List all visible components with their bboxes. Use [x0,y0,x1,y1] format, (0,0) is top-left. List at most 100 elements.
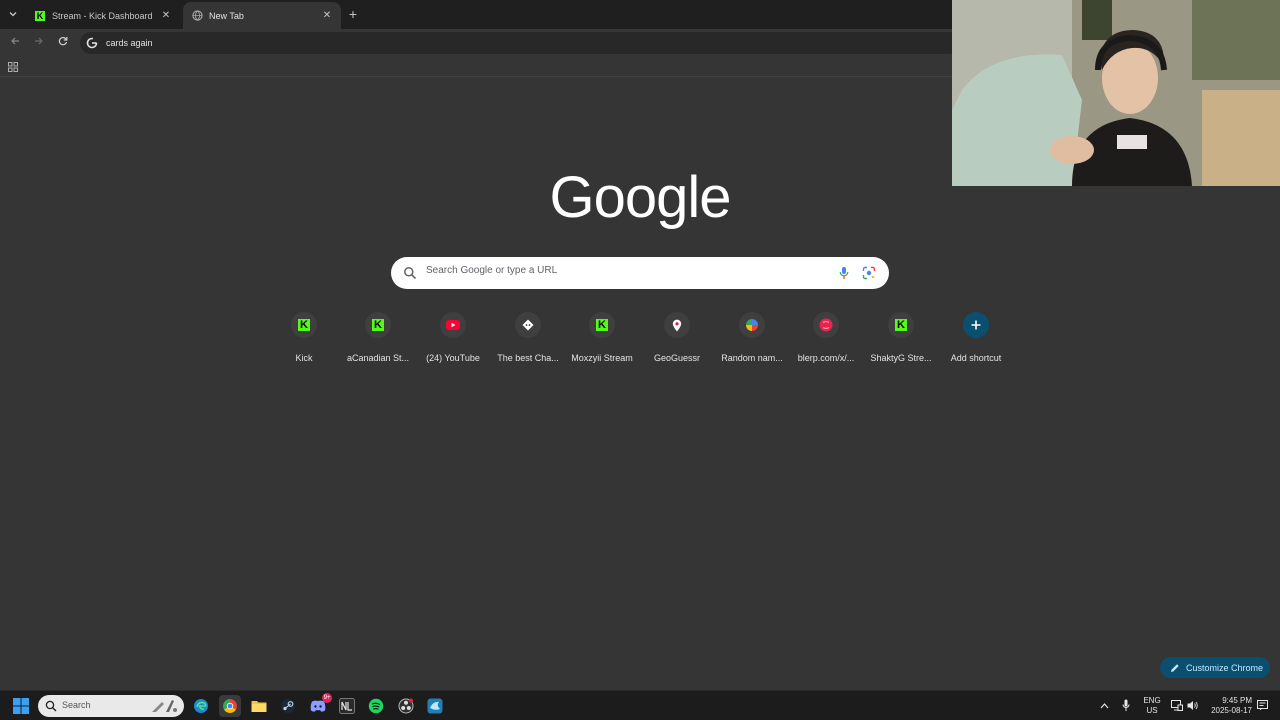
folder-icon [251,701,267,712]
windows-taskbar: Search 9+ ENG US 9:45 PM 2025-08-17 [0,690,1280,720]
back-button[interactable] [7,35,23,51]
chevron-down-icon [9,12,17,17]
shortcut-tile[interactable]: GeoGuessr [639,310,715,370]
reload-icon [58,37,68,46]
apps-grid-icon[interactable] [8,62,18,72]
google-lens-icon[interactable] [862,266,876,280]
new-tab-button[interactable]: + [345,6,361,22]
shortcut-tile[interactable]: K ShaktyG Stre... [863,310,939,370]
taskbar-search-box[interactable]: Search [38,695,184,717]
steam-icon [281,699,295,713]
arrow-right-icon [35,37,43,45]
reload-button[interactable] [55,35,71,51]
taskbar-steam[interactable] [277,695,299,717]
shortcut-label: Kick [295,353,313,363]
kick-icon: K [596,319,608,331]
microphone-icon[interactable] [838,266,850,280]
shortcut-tile[interactable]: K Moxzyii Stream [564,310,640,370]
nl-app-icon [339,698,355,714]
windows-start-icon[interactable] [13,698,29,714]
language-line-2: US [1146,706,1158,715]
search-icon [404,267,417,280]
shortcut-label: Add shortcut [950,353,1002,363]
address-bar[interactable]: cards again [80,32,960,54]
shortcut-tile[interactable]: Random nam... [714,310,790,370]
chrome-newtab-icon [191,10,203,22]
language-indicator[interactable]: ENG US [1142,696,1162,716]
wheel-icon [746,319,758,331]
shortcut-icon-bg: K [888,312,914,338]
shortcuts-grid: K Kick K aCanadian St... (24) YouTube Th… [266,310,1016,370]
shortcut-label: GeoGuessr [653,353,701,363]
volume-icon[interactable] [1187,700,1199,711]
blerp-icon [819,318,833,332]
system-clock[interactable]: 9:45 PM 2025-08-17 [1206,696,1252,716]
microphone-icon[interactable] [1122,699,1130,712]
youtube-icon [446,320,460,330]
chevron-up-icon[interactable] [1100,702,1109,710]
taskbar-app[interactable] [424,695,446,717]
taskbar-file-explorer[interactable] [248,695,270,717]
search-icon [45,700,57,712]
tab-search-button[interactable] [4,5,22,23]
shortcut-label: Moxzyii Stream [571,353,633,363]
tab-kick-dashboard[interactable]: K Stream - Kick Dashboard ✕ [26,2,180,29]
taskbar-spotify[interactable] [365,695,387,717]
map-pin-icon [672,319,682,331]
taskbar-chrome[interactable] [219,695,241,717]
shortcut-label: Random nam... [721,353,783,363]
close-icon[interactable]: ✕ [321,10,333,22]
clock-time: 9:45 PM [1222,696,1252,705]
shortcut-label: aCanadian St... [346,353,410,363]
tab-new-tab[interactable]: New Tab ✕ [183,2,341,29]
notification-badge: 9+ [322,693,332,703]
language-line-1: ENG [1143,696,1161,705]
arrow-left-icon [11,37,19,45]
spotify-icon [368,698,384,714]
shortcut-tile[interactable]: The best Cha... [490,310,566,370]
tab-title: Stream - Kick Dashboard [52,10,153,21]
chrome-icon [223,699,237,713]
tab-title: New Tab [209,10,244,21]
shortcut-icon-bg [739,312,765,338]
taskbar-edge[interactable] [190,695,212,717]
shortcut-tile[interactable]: blerp.com/x/... [788,310,864,370]
plus-icon [971,320,981,330]
shortcut-tile[interactable]: K aCanadian St... [340,310,416,370]
google-g-icon [86,37,98,49]
edge-icon [194,699,208,713]
shortcut-label: ShaktyG Stre... [870,353,932,363]
shortcut-tile[interactable]: (24) YouTube [415,310,491,370]
shortcut-icon-bg: K [365,312,391,338]
shortcut-tile[interactable]: K Kick [266,310,342,370]
add-shortcut-button[interactable]: Add shortcut [938,310,1014,370]
pencil-icon [1171,663,1179,672]
kick-icon: K [372,319,384,331]
shortcut-label: The best Cha... [497,353,559,363]
shortcut-icon-bg: K [589,312,615,338]
notification-icon[interactable] [1257,700,1268,711]
chat-icon [522,319,534,331]
taskbar-nl-app[interactable] [336,695,358,717]
customize-chrome-button[interactable]: Customize Chrome [1160,657,1270,678]
taskbar-discord[interactable]: 9+ [307,693,332,717]
kick-icon: K [298,319,310,331]
taskbar-search-placeholder: Search [62,700,91,710]
webcam-overlay [952,0,1280,186]
search-highlight-icon [152,700,177,712]
taskbar-obs[interactable] [395,695,417,717]
forward-button[interactable] [31,35,47,51]
shortcut-icon-bg [515,312,541,338]
google-logo: Google [549,165,731,230]
kick-icon: K [895,319,907,331]
shortcut-icon-bg: K [291,312,317,338]
shortcut-icon-bg [664,312,690,338]
webcam-feed-image [952,0,1280,186]
clock-date: 2025-08-17 [1211,706,1252,715]
network-icon[interactable] [1171,700,1183,711]
search-box[interactable]: Search Google or type a URL [391,257,889,289]
search-placeholder: Search Google or type a URL [426,265,558,276]
shortcut-icon-bg [440,312,466,338]
shortcut-label: blerp.com/x/... [797,353,855,363]
close-icon[interactable]: ✕ [160,10,172,22]
